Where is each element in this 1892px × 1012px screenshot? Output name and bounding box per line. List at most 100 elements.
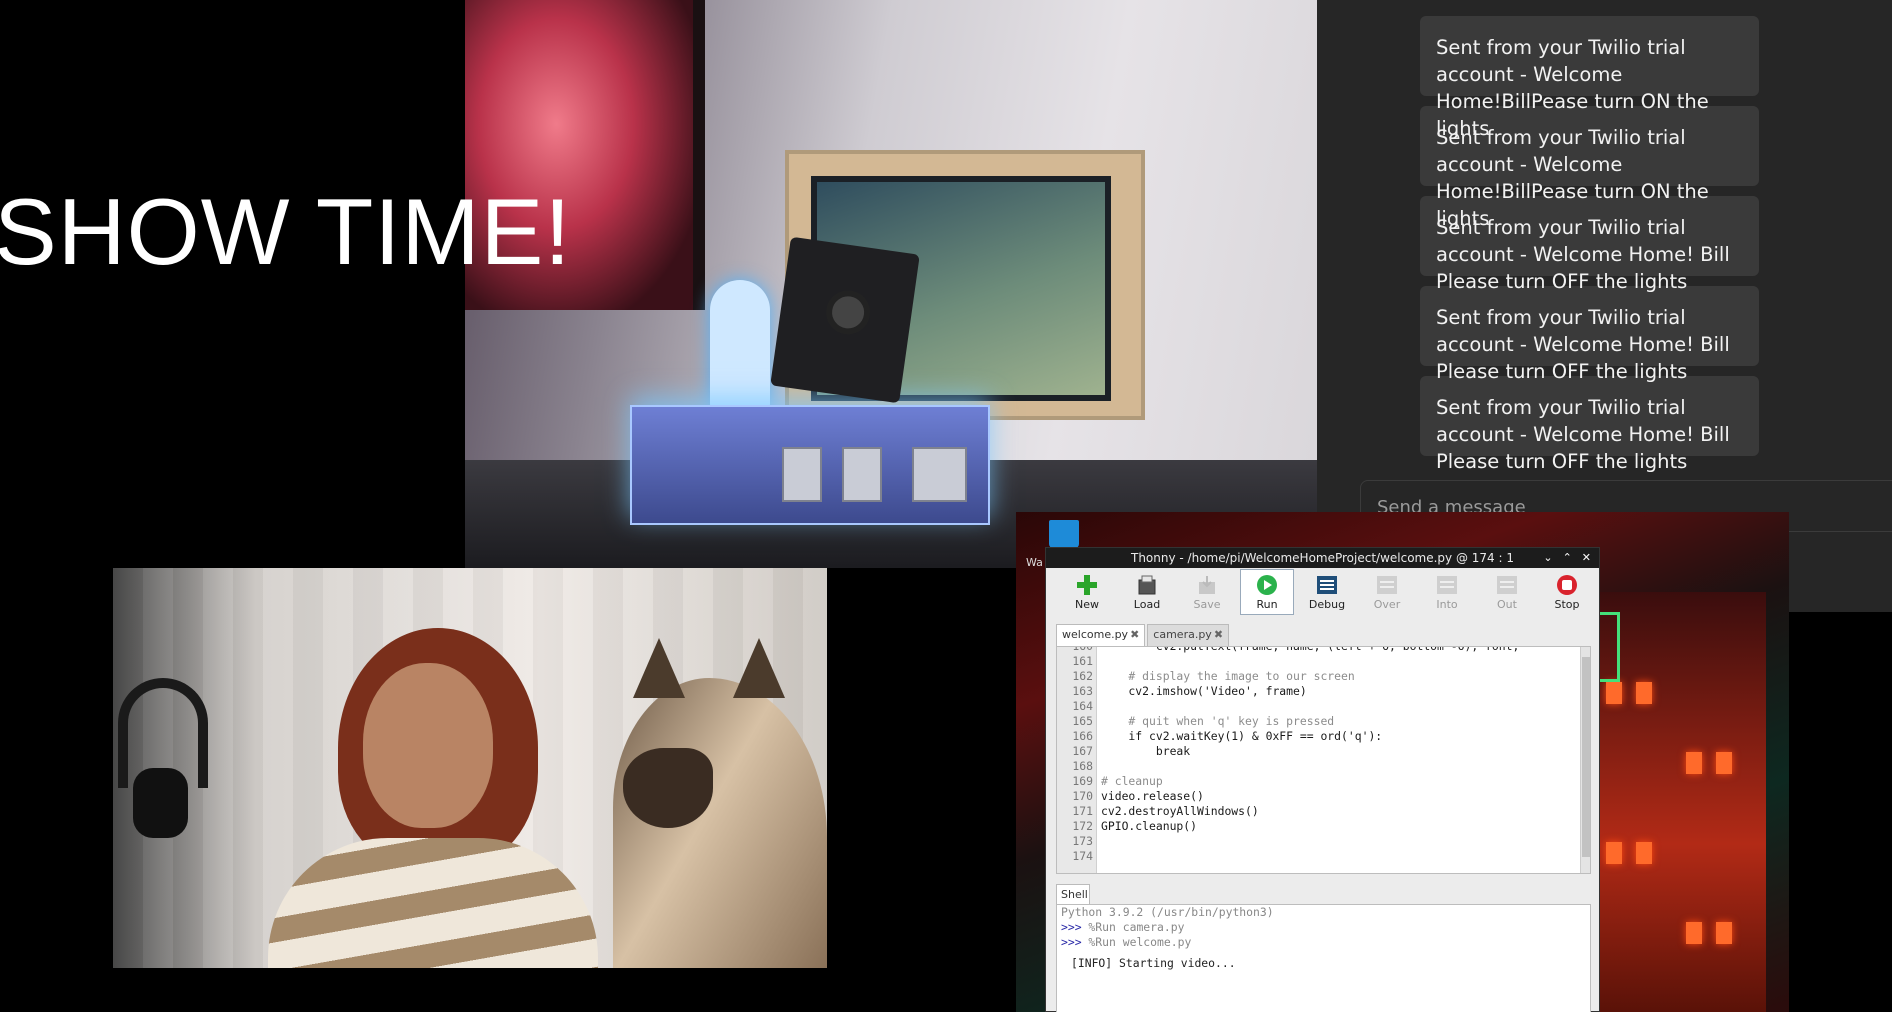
window-controls: ⌄ ⌃ ✕ [1543, 551, 1591, 564]
save-button[interactable]: Save [1180, 569, 1234, 615]
run-button-label: Run [1256, 597, 1278, 611]
trash-icon[interactable] [1049, 520, 1079, 548]
cat-ear [633, 638, 685, 698]
code-line: 174 [1057, 849, 1590, 864]
cat-ear [733, 638, 785, 698]
slide-title: SHOW TIME! [0, 179, 572, 284]
code-line: 160 cv2.putText(frame, name, (left + 6, … [1057, 646, 1590, 654]
line-number: 168 [1072, 759, 1093, 773]
debug-button-label: Debug [1308, 597, 1346, 611]
code-line: 170 video.release() [1057, 789, 1590, 804]
save-button-label: Save [1193, 597, 1221, 611]
step-out-label: Out [1497, 597, 1517, 611]
code-text: GPIO.cleanup() [1101, 819, 1198, 833]
raspberry-pi-camera-feed [465, 0, 1317, 568]
shell-prompt: >>> [1061, 920, 1082, 934]
message-bubble: Sent from your Twilio trial account - We… [1420, 16, 1759, 140]
code-lines: 160 cv2.putText(frame, name, (left + 6, … [1057, 646, 1590, 864]
wallpaper-window [1716, 922, 1732, 944]
debug-button[interactable]: Debug [1300, 569, 1354, 615]
new-button[interactable]: New [1060, 569, 1114, 615]
load-button[interactable]: Load [1120, 569, 1174, 615]
code-line: 161 [1057, 654, 1590, 669]
maximize-icon[interactable]: ⌃ [1563, 551, 1572, 564]
line-number: 171 [1072, 804, 1093, 818]
close-icon[interactable]: ✕ [1582, 551, 1591, 564]
code-line: 168 [1057, 759, 1590, 774]
wallpaper-window [1636, 682, 1652, 704]
shell-line: >>> %Run camera.py [1061, 920, 1185, 934]
wallpaper-window [1606, 842, 1622, 864]
code-text: if cv2.waitKey(1) & 0xFF == ord('q'): [1101, 729, 1383, 743]
close-tab-icon[interactable]: ✖ [1214, 628, 1223, 641]
wallpaper-window [1636, 842, 1652, 864]
step-over-button[interactable]: Over [1360, 569, 1414, 615]
code-line: 165 # quit when 'q' key is pressed [1057, 714, 1590, 729]
code-line: 163 cv2.imshow('Video', frame) [1057, 684, 1590, 699]
stop-icon [1556, 574, 1578, 596]
pi-desktop: Wa Thonny - /home/pi/WelcomeHomeProject/… [1016, 512, 1789, 1012]
presenter-face [363, 663, 493, 828]
python-shell[interactable]: Python 3.9.2 (/usr/bin/python3) >>> %Run … [1056, 904, 1591, 1012]
save-icon [1196, 574, 1218, 596]
line-number: 163 [1072, 684, 1093, 698]
thonny-window: Thonny - /home/pi/WelcomeHomeProject/wel… [1045, 547, 1600, 1012]
tab-welcome-py[interactable]: welcome.py ✖ [1056, 624, 1146, 646]
line-number: 174 [1072, 849, 1093, 863]
close-tab-icon[interactable]: ✖ [1130, 628, 1139, 641]
editor-tabs: welcome.py ✖ camera.py ✖ [1056, 624, 1599, 646]
line-number: 164 [1072, 699, 1093, 713]
load-icon [1136, 574, 1158, 596]
debug-icon [1316, 574, 1338, 596]
code-line: 167 break [1057, 744, 1590, 759]
load-button-label: Load [1133, 597, 1161, 611]
code-text: cv2.destroyAllWindows() [1101, 804, 1259, 818]
step-over-icon [1376, 574, 1398, 596]
thonny-titlebar[interactable]: Thonny - /home/pi/WelcomeHomeProject/wel… [1046, 548, 1599, 568]
wallpaper-window [1606, 682, 1622, 704]
tab-camera-py[interactable]: camera.py ✖ [1147, 624, 1230, 646]
wallpaper-window [1686, 752, 1702, 774]
line-number: 173 [1072, 834, 1093, 848]
code-text: # display the image to our screen [1101, 669, 1355, 683]
camera-ribbon-cable [710, 280, 770, 410]
step-over-label: Over [1373, 597, 1401, 611]
pi-camera-module [770, 236, 920, 404]
code-text: break [1101, 744, 1191, 758]
shell-prompt: >>> [1061, 935, 1082, 949]
wallpaper-window [1716, 752, 1732, 774]
usb-port [842, 447, 882, 502]
ethernet-port [912, 447, 967, 502]
editor-scrollbar[interactable] [1580, 647, 1590, 873]
code-line: 169 # cleanup [1057, 774, 1590, 789]
line-number: 169 [1072, 774, 1093, 788]
code-line: 162 # display the image to our screen [1057, 669, 1590, 684]
run-button[interactable]: Run [1240, 569, 1294, 615]
tab-label: camera.py [1153, 628, 1212, 641]
step-out-button[interactable]: Out [1480, 569, 1534, 615]
code-line: 171 cv2.destroyAllWindows() [1057, 804, 1590, 819]
stop-button[interactable]: Stop [1540, 569, 1594, 615]
minimize-icon[interactable]: ⌄ [1543, 551, 1552, 564]
shell-output: [INFO] Starting video... [1071, 956, 1236, 970]
code-text: # quit when 'q' key is pressed [1101, 714, 1335, 728]
code-line: 164 [1057, 699, 1590, 714]
line-number: 172 [1072, 819, 1093, 833]
step-into-button[interactable]: Into [1420, 569, 1474, 615]
cat-muzzle [623, 748, 713, 828]
shell-line: Python 3.9.2 (/usr/bin/python3) [1061, 905, 1274, 919]
wallpaper-window [1686, 922, 1702, 944]
line-number: 167 [1072, 744, 1093, 758]
thonny-toolbar: New Load Save Run Debug Over Into Out St… [1046, 568, 1599, 616]
scrollbar-thumb[interactable] [1582, 657, 1590, 857]
video-frame: SHOW TIME! Sent from your Twilio trial a… [0, 0, 1892, 1012]
line-number: 160 [1072, 646, 1093, 653]
camera-lens-icon [823, 287, 873, 338]
code-editor[interactable]: 160 cv2.putText(frame, name, (left + 6, … [1056, 646, 1591, 874]
tab-shell[interactable]: Shell [1056, 884, 1090, 904]
step-into-label: Into [1436, 597, 1458, 611]
